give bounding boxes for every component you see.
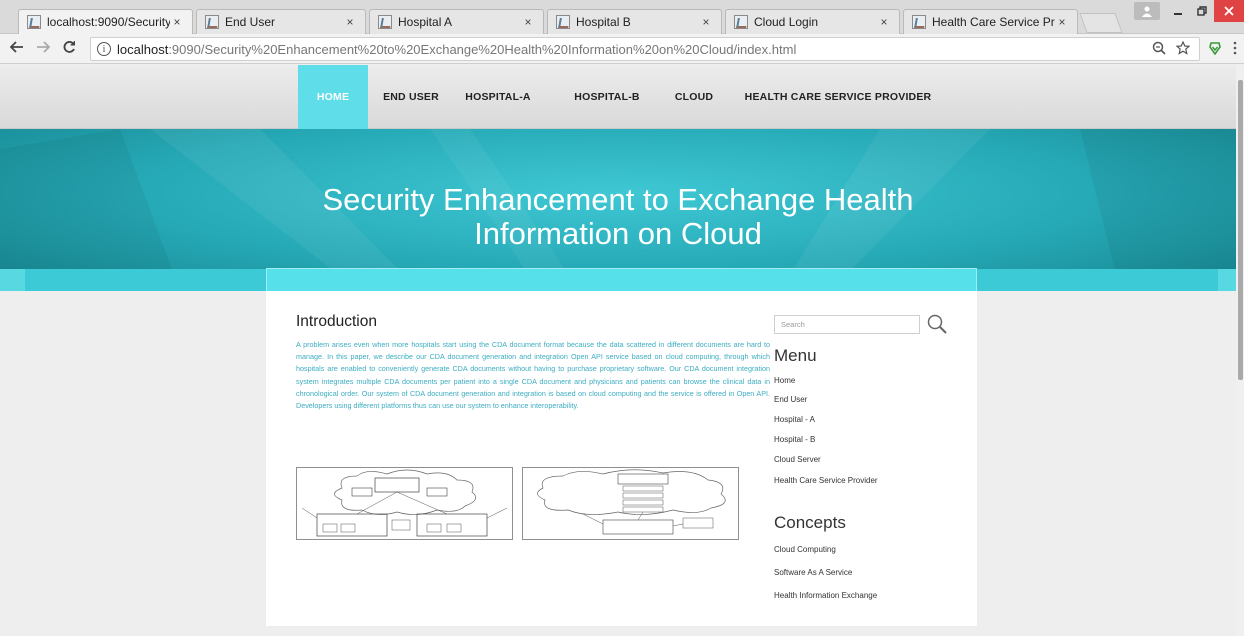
page-icon xyxy=(205,15,219,29)
browser-tab-5[interactable]: Cloud Login × xyxy=(725,9,900,34)
reload-icon[interactable] xyxy=(60,40,78,58)
page-viewport: HOME END USER HOSPITAL-A HOSPITAL-B CLOU… xyxy=(0,65,1244,636)
menu-link-cloud-server[interactable]: Cloud Server xyxy=(774,455,821,464)
content-panel: Introduction A problem arises even when … xyxy=(266,291,977,626)
tab-title: Cloud Login xyxy=(754,15,819,29)
browser-tab-2[interactable]: End User × xyxy=(196,9,366,34)
hero-band-edge-right xyxy=(1218,269,1236,291)
tab-title: Health Care Service Prov xyxy=(932,15,1055,29)
extension-icon[interactable] xyxy=(1208,41,1222,58)
introduction-text: A problem arises even when more hospital… xyxy=(296,340,770,411)
browser-tab-6[interactable]: Health Care Service Prov × xyxy=(903,9,1078,34)
back-arrow-icon[interactable] xyxy=(8,40,26,58)
forward-arrow-icon[interactable] xyxy=(34,40,52,58)
menu-link-hospital-a[interactable]: Hospital - A xyxy=(774,415,815,424)
search-placeholder: Search xyxy=(781,320,805,329)
close-icon[interactable]: × xyxy=(343,15,357,29)
nav-cloud[interactable]: CLOUD xyxy=(666,65,722,129)
close-icon[interactable]: × xyxy=(1055,15,1069,29)
page-icon xyxy=(912,15,926,29)
menu-link-hospital-b[interactable]: Hospital - B xyxy=(774,435,815,444)
browser-tab-3[interactable]: Hospital A × xyxy=(369,9,544,34)
nav-health-care-service-provider[interactable]: HEALTH CARE SERVICE PROVIDER xyxy=(744,65,932,129)
address-bar-input[interactable]: i localhost:9090/Security%20Enhancement%… xyxy=(90,37,1200,61)
page-icon xyxy=(27,15,41,29)
address-path: :9090/Security%20Enhancement%20to%20Exch… xyxy=(168,41,797,57)
close-icon[interactable]: × xyxy=(699,15,713,29)
info-icon[interactable]: i xyxy=(97,42,111,56)
browser-menu-icon[interactable] xyxy=(1232,41,1238,58)
page-title: Security Enhancement to Exchange Health … xyxy=(0,183,1236,251)
nav-end-user[interactable]: END USER xyxy=(378,65,444,129)
tab-title: Hospital B xyxy=(576,15,631,29)
minimize-icon[interactable] xyxy=(1166,0,1190,22)
browser-tab-4[interactable]: Hospital B × xyxy=(547,9,722,34)
hero-band-edge-left xyxy=(0,269,25,291)
page-icon xyxy=(734,15,748,29)
close-icon[interactable]: × xyxy=(170,15,184,29)
page-icon xyxy=(378,15,392,29)
introduction-heading: Introduction xyxy=(296,313,377,330)
tab-title: localhost:9090/Security E xyxy=(47,15,170,29)
tab-title: Hospital A xyxy=(398,15,453,29)
content-top-bar xyxy=(266,268,977,292)
nav-hospital-a[interactable]: HOSPITAL-A xyxy=(456,65,540,129)
page-title-line-1: Security Enhancement to Exchange Health xyxy=(322,182,914,217)
concept-link-software-as-a-service[interactable]: Software As A Service xyxy=(774,568,852,577)
concept-link-health-information-exchange[interactable]: Health Information Exchange xyxy=(774,591,877,600)
menu-link-home[interactable]: Home xyxy=(774,376,795,385)
scrollbar-thumb[interactable] xyxy=(1238,80,1243,380)
sidebar: Search Menu Home End User Hospital - A H… xyxy=(774,291,974,626)
menu-heading: Menu xyxy=(774,346,817,365)
browser-toolbar: i localhost:9090/Security%20Enhancement%… xyxy=(0,34,1244,64)
integration-diagram-image xyxy=(522,467,739,540)
site-navigation: HOME END USER HOSPITAL-A HOSPITAL-B CLOU… xyxy=(0,65,1236,129)
search-icon[interactable] xyxy=(926,313,948,335)
browser-tabstrip: localhost:9090/Security E × End User × H… xyxy=(0,0,1244,34)
address-host: localhost xyxy=(117,41,169,57)
menu-link-end-user[interactable]: End User xyxy=(774,395,807,404)
user-profile-icon[interactable] xyxy=(1134,2,1160,20)
page-icon xyxy=(556,15,570,29)
concepts-heading: Concepts xyxy=(774,513,846,532)
concept-link-cloud-computing[interactable]: Cloud Computing xyxy=(774,545,836,554)
search-input[interactable]: Search xyxy=(774,315,920,334)
zoom-icon[interactable] xyxy=(1152,41,1166,58)
architecture-diagram-image xyxy=(296,467,513,540)
browser-tab-1[interactable]: localhost:9090/Security E × xyxy=(18,9,193,34)
hero-banner: Security Enhancement to Exchange Health … xyxy=(0,129,1236,291)
page-title-line-2: Information on Cloud xyxy=(474,216,762,251)
bookmark-star-icon[interactable] xyxy=(1175,40,1191,58)
nav-hospital-b[interactable]: HOSPITAL-B xyxy=(568,65,646,129)
close-icon[interactable]: × xyxy=(521,15,535,29)
restore-icon[interactable] xyxy=(1190,0,1214,22)
close-icon[interactable]: × xyxy=(877,15,891,29)
menu-link-health-care-service-provider[interactable]: Health Care Service Provider xyxy=(774,476,878,485)
window-close-icon[interactable] xyxy=(1214,0,1244,22)
tab-title: End User xyxy=(225,15,276,29)
nav-home[interactable]: HOME xyxy=(298,65,368,129)
new-tab-button[interactable] xyxy=(1079,13,1123,33)
